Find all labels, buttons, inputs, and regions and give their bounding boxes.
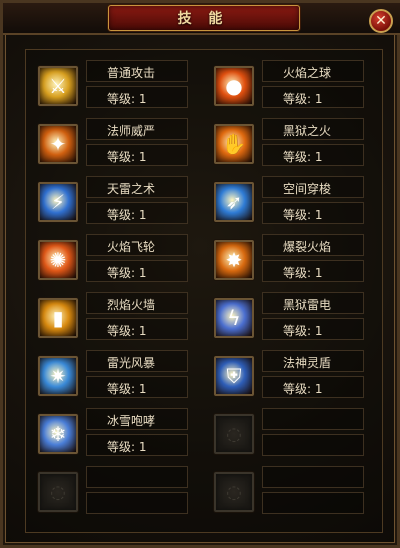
sword-strike-icon[interactable]: ⚔	[38, 66, 78, 106]
space-shuttle-icon[interactable]: ➶	[214, 182, 254, 222]
skill-level: 等级: 1	[107, 150, 147, 164]
skill-name-box	[262, 466, 364, 488]
skill-level: 等级: 1	[107, 92, 147, 106]
skill-slot[interactable]: ⚡ 天雷之术等级: 1	[26, 176, 188, 226]
skill-name-box: 法师威严	[86, 118, 188, 140]
skill-name: 黑狱雷电	[283, 298, 332, 312]
skill-name-box: 火焰之球	[262, 60, 364, 82]
skill-level: 等级: 1	[283, 382, 323, 396]
skill-name: 冰雪咆哮	[107, 414, 156, 428]
skill-name: 火焰之球	[283, 66, 332, 80]
skill-level-box: 等级: 1	[86, 144, 188, 166]
skill-name-box: 普通攻击	[86, 60, 188, 82]
skill-name-box: 火焰飞轮	[86, 234, 188, 256]
skill-level-box	[262, 434, 364, 456]
skill-name: 雷光风暴	[107, 356, 156, 370]
skill-name: 法师威严	[107, 124, 156, 138]
lightning-storm-icon[interactable]: ✷	[38, 356, 78, 396]
skill-level-box	[86, 492, 188, 514]
skill-level-box: 等级: 1	[262, 318, 364, 340]
skill-level: 等级: 1	[107, 324, 147, 338]
skill-slot[interactable]: ϟ 黑狱雷电等级: 1	[202, 292, 364, 342]
skill-name-box: 黑狱之火	[262, 118, 364, 140]
skill-name: 烈焰火墙	[107, 298, 156, 312]
skill-slot[interactable]: ● 火焰之球等级: 1	[202, 60, 364, 110]
skill-name-box: 烈焰火墙	[86, 292, 188, 314]
skill-name-box: 法神灵盾	[262, 350, 364, 372]
hell-lightning-icon[interactable]: ϟ	[214, 298, 254, 338]
skill-level-box: 等级: 1	[262, 260, 364, 282]
empty-slot-icon[interactable]: ◌	[214, 414, 254, 454]
ice-roar-icon[interactable]: ❄	[38, 414, 78, 454]
empty-slot-icon[interactable]: ◌	[214, 472, 254, 512]
skill-level-box: 等级: 1	[86, 86, 188, 108]
skill-name-box: 天雷之术	[86, 176, 188, 198]
skill-slot[interactable]: ✺ 火焰飞轮等级: 1	[26, 234, 188, 284]
skill-level: 等级: 1	[107, 208, 147, 222]
skill-level: 等级: 1	[283, 92, 323, 106]
window-title: 技 能	[177, 11, 229, 27]
skill-level-box: 等级: 1	[262, 202, 364, 224]
skill-level: 等级: 1	[107, 440, 147, 454]
skill-slot[interactable]: ✦ 法师威严等级: 1	[26, 118, 188, 168]
skill-name: 普通攻击	[107, 66, 156, 80]
skill-slot[interactable]: ◌	[202, 466, 364, 516]
skill-name-box: 空间穿梭	[262, 176, 364, 198]
skill-level-box: 等级: 1	[86, 260, 188, 282]
fire-wall-icon[interactable]: ▮	[38, 298, 78, 338]
skill-slot[interactable]: ✸ 爆裂火焰等级: 1	[202, 234, 364, 284]
skill-level: 等级: 1	[283, 266, 323, 280]
skill-level: 等级: 1	[283, 324, 323, 338]
spirit-shield-icon[interactable]: ⛨	[214, 356, 254, 396]
skill-name-box: 黑狱雷电	[262, 292, 364, 314]
skill-level: 等级: 1	[107, 382, 147, 396]
skill-name-box	[262, 408, 364, 430]
skill-slot[interactable]: ❄ 冰雪咆哮等级: 1	[26, 408, 188, 458]
skill-level-box: 等级: 1	[262, 376, 364, 398]
skill-slot[interactable]: ◌	[26, 466, 188, 516]
skill-level-box	[262, 492, 364, 514]
skill-level-box: 等级: 1	[262, 86, 364, 108]
skill-name: 空间穿梭	[283, 182, 332, 196]
fire-wheel-icon[interactable]: ✺	[38, 240, 78, 280]
skill-name-box: 雷光风暴	[86, 350, 188, 372]
skill-level: 等级: 1	[283, 150, 323, 164]
skill-name-box: 爆裂火焰	[262, 234, 364, 256]
skill-level: 等级: 1	[107, 266, 147, 280]
skill-slot[interactable]: ➶ 空间穿梭等级: 1	[202, 176, 364, 226]
skill-name: 黑狱之火	[283, 124, 332, 138]
skill-name: 火焰飞轮	[107, 240, 156, 254]
skill-name-box	[86, 466, 188, 488]
skill-level: 等级: 1	[283, 208, 323, 222]
burst-flame-icon[interactable]: ✸	[214, 240, 254, 280]
skill-name-box: 冰雪咆哮	[86, 408, 188, 430]
skill-name: 法神灵盾	[283, 356, 332, 370]
mage-majesty-icon[interactable]: ✦	[38, 124, 78, 164]
close-button[interactable]: ✕	[369, 9, 393, 33]
fireball-icon[interactable]: ●	[214, 66, 254, 106]
skill-slot[interactable]: ✷ 雷光风暴等级: 1	[26, 350, 188, 400]
skill-slot[interactable]: ◌	[202, 408, 364, 458]
skill-slot[interactable]: ✋ 黑狱之火等级: 1	[202, 118, 364, 168]
thunder-spell-icon[interactable]: ⚡	[38, 182, 78, 222]
skills-window: 技 能 ✕ ⚔ 普通攻击 等级: 1 ● 火焰之球 等级: 1 ✦ 法师威严 等级: 1 ✋ 黑狱之…	[0, 0, 400, 548]
skill-level-box: 等级: 1	[86, 318, 188, 340]
skill-level-box: 等级: 1	[86, 376, 188, 398]
skill-slot[interactable]: ▮ 烈焰火墙等级: 1	[26, 292, 188, 342]
skill-name: 天雷之术	[107, 182, 156, 196]
hellfire-hand-icon[interactable]: ✋	[214, 124, 254, 164]
skill-name: 爆裂火焰	[283, 240, 332, 254]
skill-level-box: 等级: 1	[86, 434, 188, 456]
empty-slot-icon[interactable]: ◌	[38, 472, 78, 512]
skill-slot[interactable]: ⚔ 普通攻击等级: 1	[26, 60, 188, 110]
skill-level-box: 等级: 1	[262, 144, 364, 166]
skills-grid: ⚔ 普通攻击 等级: 1 ● 火焰之球 等级: 1 ✦ 法师威严 等级: 1 ✋ 黑狱之火 等级: 1…	[25, 49, 383, 533]
skill-slot[interactable]: ⛨ 法神灵盾等级: 1	[202, 350, 364, 400]
skill-level-box: 等级: 1	[86, 202, 188, 224]
